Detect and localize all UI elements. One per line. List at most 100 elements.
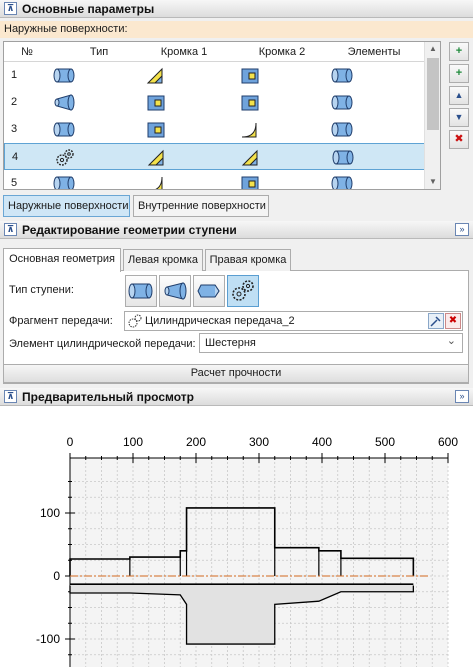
move-down-button[interactable]: ▼ (449, 108, 469, 127)
gear-icon[interactable] (53, 148, 77, 167)
cylinder-icon[interactable] (52, 66, 76, 85)
grid-header: № Тип Кромка 1 Кромка 2 Элементы (4, 42, 440, 62)
row-number: 1 (11, 69, 18, 81)
x-tick-label: 0 (67, 435, 74, 449)
x-tick-label: 400 (312, 435, 332, 449)
gear-icon (128, 314, 142, 328)
x-tick-label: 500 (375, 435, 395, 449)
main-params-header: ⊼ Основные параметры (0, 0, 473, 18)
chevron-down-icon: ⌄ (446, 335, 456, 347)
groove-icon[interactable] (144, 120, 168, 139)
gear-fragment-label: Фрагмент передачи: (9, 315, 113, 327)
y-tick-label: 100 (40, 506, 60, 520)
tab-left-edge[interactable]: Левая кромка (123, 249, 203, 271)
insert-icon: + (455, 67, 463, 79)
x-tick-label: 100 (123, 435, 143, 449)
expand-icon[interactable]: » (455, 390, 469, 403)
cone-icon[interactable] (52, 93, 76, 112)
expand-icon[interactable]: » (455, 223, 469, 236)
row-number: 2 (11, 96, 18, 108)
cylinder-icon[interactable] (330, 174, 354, 189)
collapse-icon[interactable]: ⊼ (4, 2, 17, 15)
cylinder-icon (128, 283, 153, 299)
groove-icon[interactable] (238, 93, 262, 112)
x-tick-label: 600 (438, 435, 458, 449)
tab-right-edge[interactable]: Правая кромка (205, 249, 291, 271)
groove-icon[interactable] (238, 66, 262, 85)
table-row[interactable]: 5 (4, 170, 426, 189)
y-tick-label: 0 (53, 569, 60, 583)
strength-calc-button[interactable]: Расчет прочности (3, 364, 469, 383)
column-header-elements[interactable]: Элементы (334, 46, 414, 58)
table-row[interactable]: 3 (4, 116, 426, 143)
chevron-up-icon: ▲ (454, 90, 464, 100)
cylinder-icon[interactable] (52, 174, 76, 189)
gear-fragment-value: Цилиндрическая передача_2 (145, 315, 295, 327)
fillet-icon[interactable] (144, 174, 168, 189)
grid-scrollbar[interactable]: ▲ ▼ (424, 42, 440, 189)
x-tick-label: 200 (186, 435, 206, 449)
insert-surface-button[interactable]: + (449, 64, 469, 83)
step-type-cylinder-button[interactable] (125, 275, 157, 307)
section-title: Редактирование геометрии ступени (22, 222, 237, 237)
surfaces-grid: № Тип Кромка 1 Кромка 2 Элементы 1 2 3 4 5 (3, 41, 441, 190)
section-title: Предварительный просмотр (22, 389, 194, 404)
row-number: 5 (11, 177, 18, 189)
cylinder-icon[interactable] (330, 93, 354, 112)
chevron-down-icon: ▼ (454, 112, 464, 122)
scroll-thumb[interactable] (427, 58, 439, 130)
groove-icon[interactable] (238, 174, 262, 189)
add-surface-button[interactable]: + (449, 42, 469, 61)
step-type-gear-button[interactable] (227, 275, 259, 307)
move-up-button[interactable]: ▲ (449, 86, 469, 105)
cylinder-icon[interactable] (330, 66, 354, 85)
groove-icon[interactable] (144, 93, 168, 112)
preview-header: ⊼ Предварительный просмотр » (0, 388, 473, 406)
scroll-down-icon[interactable]: ▼ (425, 175, 441, 189)
pick-icon[interactable] (428, 313, 444, 329)
add-icon: + (455, 45, 463, 57)
tab-outer-surfaces[interactable]: Наружные поверхности (3, 195, 130, 217)
collapse-icon[interactable]: ⊼ (4, 223, 17, 236)
column-header-edge1[interactable]: Кромка 1 (144, 46, 224, 58)
step-type-polygon-button[interactable] (193, 275, 225, 307)
chamfer-icon[interactable] (239, 148, 263, 167)
table-row[interactable]: 1 (4, 62, 426, 89)
edit-geometry-header: ⊼ Редактирование геометрии ступени » (0, 221, 473, 239)
gear-fragment-field[interactable]: Цилиндрическая передача_2 ✖ (124, 311, 463, 331)
delete-icon: ✖ (454, 133, 464, 145)
x-tick-label: 300 (249, 435, 269, 449)
delete-button[interactable]: ✖ (449, 130, 469, 149)
fillet-icon[interactable] (238, 120, 262, 139)
column-header-edge2[interactable]: Кромка 2 (242, 46, 322, 58)
cone-icon (164, 282, 187, 300)
gear-element-select[interactable]: Шестерня ⌄ (199, 333, 463, 353)
table-row[interactable]: 4 (4, 143, 426, 170)
tab-inner-surfaces[interactable]: Внутренние поверхности (133, 195, 269, 217)
table-row[interactable]: 2 (4, 89, 426, 116)
collapse-icon[interactable]: ⊼ (4, 390, 17, 403)
step-type-label: Тип ступени: (9, 284, 74, 296)
chamfer-icon[interactable] (144, 66, 168, 85)
gear-icon (232, 280, 254, 301)
gear-element-label: Элемент цилиндрической передачи: (9, 338, 196, 350)
clear-icon[interactable]: ✖ (445, 313, 461, 329)
column-header-type[interactable]: Тип (64, 46, 134, 58)
tab-main-geometry[interactable]: Основная геометрия (3, 248, 121, 272)
row-number: 4 (12, 151, 19, 163)
hexagon-icon (197, 284, 220, 298)
scroll-up-icon[interactable]: ▲ (425, 42, 441, 56)
shaft-preview-chart: 0 100 200 300 400 500 600 100 0 -100 (36, 435, 458, 667)
step-type-cone-button[interactable] (159, 275, 191, 307)
preview-canvas: 0 100 200 300 400 500 600 100 0 -100 (0, 406, 473, 667)
cylinder-icon[interactable] (330, 120, 354, 139)
column-header-num[interactable]: № (12, 46, 42, 58)
section-title: Основные параметры (22, 1, 155, 16)
cylinder-icon[interactable] (52, 120, 76, 139)
outer-surfaces-subheader: Наружные поверхности: (0, 21, 473, 38)
y-tick-label: -100 (36, 632, 60, 646)
chamfer-icon[interactable] (145, 148, 169, 167)
gear-element-value: Шестерня (205, 337, 256, 349)
row-number: 3 (11, 123, 18, 135)
cylinder-icon[interactable] (331, 148, 355, 167)
